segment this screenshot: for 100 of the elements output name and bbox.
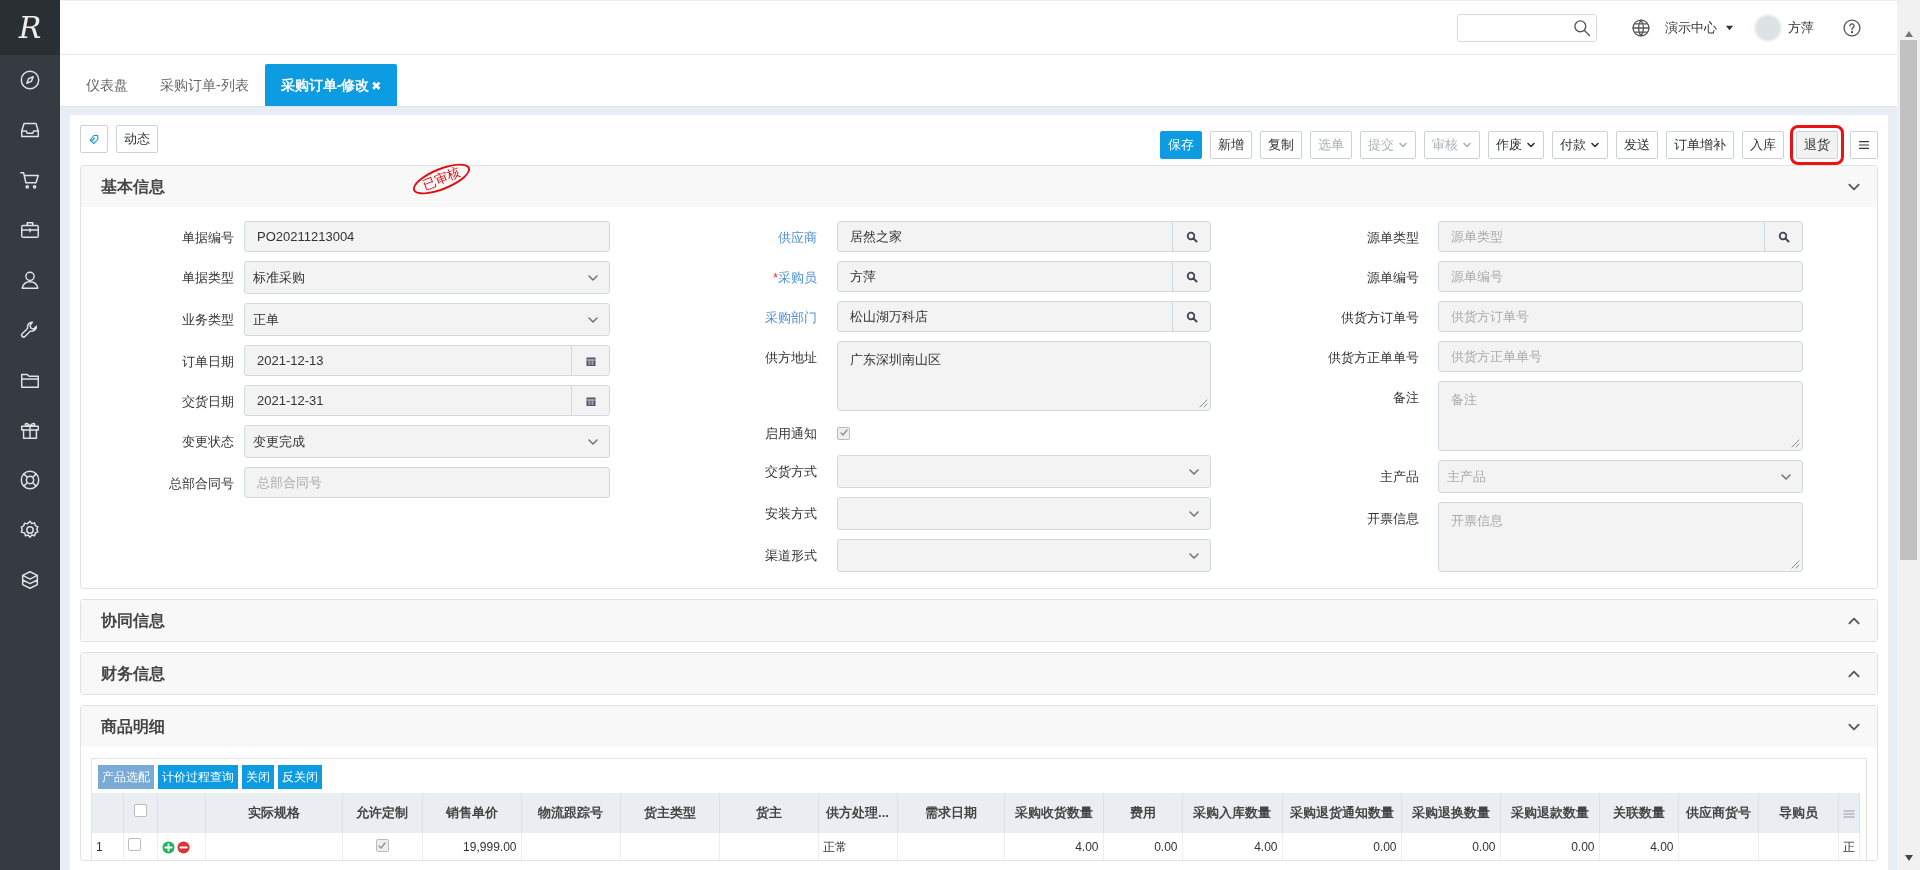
settings-icon[interactable] [19, 519, 41, 541]
field-link[interactable]: 供应商 [651, 221, 817, 252]
add-icon[interactable] [161, 840, 175, 854]
chevron-down-icon [1398, 140, 1408, 150]
checkbox[interactable] [837, 426, 850, 440]
table-cell: 4.00 [1004, 833, 1103, 860]
checkbox[interactable] [127, 837, 141, 851]
resize-handle-icon[interactable] [1199, 399, 1208, 408]
resize-handle-icon[interactable] [1791, 560, 1800, 569]
table-cell: 0.00 [1282, 833, 1401, 860]
scroll-up-icon[interactable] [1903, 30, 1914, 38]
field-label: 安装方式 [764, 505, 817, 523]
column-header[interactable]: 货主 [719, 793, 818, 833]
field-label: 交货日期 [181, 393, 234, 411]
field-label: 单据编号 [181, 229, 234, 247]
column-header[interactable]: 采购退换数量 [1401, 793, 1500, 833]
remove-icon[interactable] [176, 840, 190, 854]
table-cell: 0.00 [1500, 833, 1599, 860]
column-header[interactable]: 采购退款数量 [1500, 793, 1599, 833]
caret-icon [1725, 23, 1734, 32]
table-cell: 0.00 [1103, 833, 1182, 860]
lookup-field[interactable]: 居然之家 [837, 221, 1211, 252]
column-header[interactable]: 供应商货号 [1678, 793, 1758, 833]
resize-handle-icon[interactable] [1791, 439, 1800, 448]
toolbar-button[interactable]: 付款 [1552, 131, 1608, 159]
lookup-field[interactable]: 方萍 [837, 261, 1211, 292]
field-link[interactable]: 采购部门 [651, 301, 817, 332]
field-label: 业务类型 [181, 311, 234, 329]
column-header[interactable]: 需求日期 [897, 793, 1004, 833]
toolbar-button[interactable]: 复制 [1260, 131, 1302, 159]
checkbox[interactable] [133, 804, 147, 818]
toolbar-button[interactable]: 动态 [116, 125, 158, 153]
org-dropdown[interactable]: 演示中心 [1665, 17, 1734, 38]
column-header[interactable]: 采购入库数量 [1182, 793, 1282, 833]
field-label: 供货方正单单号 [1327, 349, 1419, 367]
section-header[interactable]: 商品明细 [81, 706, 1877, 747]
globe-icon[interactable] [1631, 17, 1651, 38]
row-number: 1 [92, 833, 123, 860]
select-field[interactable]: 变更完成 [244, 425, 610, 458]
compass-icon[interactable] [19, 69, 41, 91]
column-header[interactable]: 关联数量 [1599, 793, 1678, 833]
select-field[interactable] [837, 539, 1211, 572]
menu-button[interactable] [1850, 131, 1878, 159]
date-field[interactable]: 2021-12-31 [244, 385, 610, 416]
column-header[interactable]: 允许定制 [342, 793, 422, 833]
tab[interactable]: 仪表盘 [70, 64, 144, 106]
text-area[interactable]: 广东深圳南山区 [837, 341, 1211, 411]
logo[interactable]: R [0, 0, 60, 55]
column-header[interactable]: 供方处理... [818, 793, 897, 833]
section-header[interactable]: 财务信息 [81, 653, 1877, 694]
search-field[interactable] [1457, 13, 1597, 42]
toolbar-button[interactable]: 新增 [1210, 131, 1252, 159]
toolbar-button[interactable]: 发送 [1616, 131, 1658, 159]
layers-icon[interactable] [19, 569, 41, 591]
select-field[interactable]: 正单 [244, 303, 610, 336]
scrollbar[interactable] [1897, 0, 1920, 870]
column-header[interactable]: 采购收货数量 [1004, 793, 1103, 833]
help-icon[interactable] [1842, 17, 1862, 38]
search-icon[interactable] [1185, 230, 1198, 243]
field-label: 供货方订单号 [1340, 309, 1419, 327]
toolbar-button[interactable]: 入库 [1742, 131, 1784, 159]
input-field[interactable]: PO20211213004 [244, 221, 610, 252]
tab[interactable]: 采购订单-列表 [144, 64, 265, 106]
table-cell: 4.00 [1599, 833, 1678, 860]
toolbar-button[interactable]: 作废 [1488, 131, 1544, 159]
section-header[interactable]: 协同信息 [81, 600, 1877, 641]
field-label: 源单类型 [1366, 229, 1419, 247]
column-header[interactable]: 费用 [1103, 793, 1182, 833]
field-label: 备注 [1392, 389, 1419, 407]
select-field[interactable] [837, 497, 1211, 530]
scroll-down-icon[interactable] [1903, 854, 1914, 862]
select-field[interactable] [837, 455, 1211, 488]
lifebuoy-icon[interactable] [19, 469, 41, 491]
field-label: 渠道形式 [764, 547, 817, 565]
chevron-down-icon [1462, 140, 1472, 150]
field-label: 变更状态 [181, 433, 234, 451]
search-icon[interactable] [1185, 270, 1198, 283]
select-field[interactable]: 标准采购 [244, 261, 610, 294]
section-header[interactable]: 基本信息 已审核 [81, 166, 1877, 207]
column-header[interactable]: 采购退货通知数量 [1282, 793, 1401, 833]
field-label: 单据类型 [181, 269, 234, 287]
field-link[interactable]: *采购员 [651, 261, 817, 292]
date-field[interactable]: 2021-12-13 [244, 345, 610, 376]
search-icon[interactable] [1572, 17, 1592, 38]
user-name[interactable]: 方萍 [1788, 17, 1814, 38]
briefcase-icon[interactable] [19, 219, 41, 241]
column-header[interactable]: 导购员 [1758, 793, 1838, 833]
field-label: 订单日期 [181, 353, 234, 371]
column-header[interactable]: 实际规格 [205, 793, 342, 833]
chevron-down-icon [1526, 140, 1536, 150]
lookup-field[interactable]: 松山湖万科店 [837, 301, 1211, 332]
column-header[interactable]: 物流跟踪号 [521, 793, 620, 833]
user-icon[interactable] [19, 269, 41, 291]
search-icon[interactable] [1185, 310, 1198, 323]
cart-icon[interactable] [19, 169, 41, 191]
toolbar-button[interactable]: 订单增补 [1666, 131, 1734, 159]
column-header[interactable]: 销售单价 [422, 793, 521, 833]
search-icon[interactable] [1777, 230, 1790, 243]
column-header[interactable]: 货主类型 [620, 793, 719, 833]
tag-button[interactable] [80, 125, 108, 153]
